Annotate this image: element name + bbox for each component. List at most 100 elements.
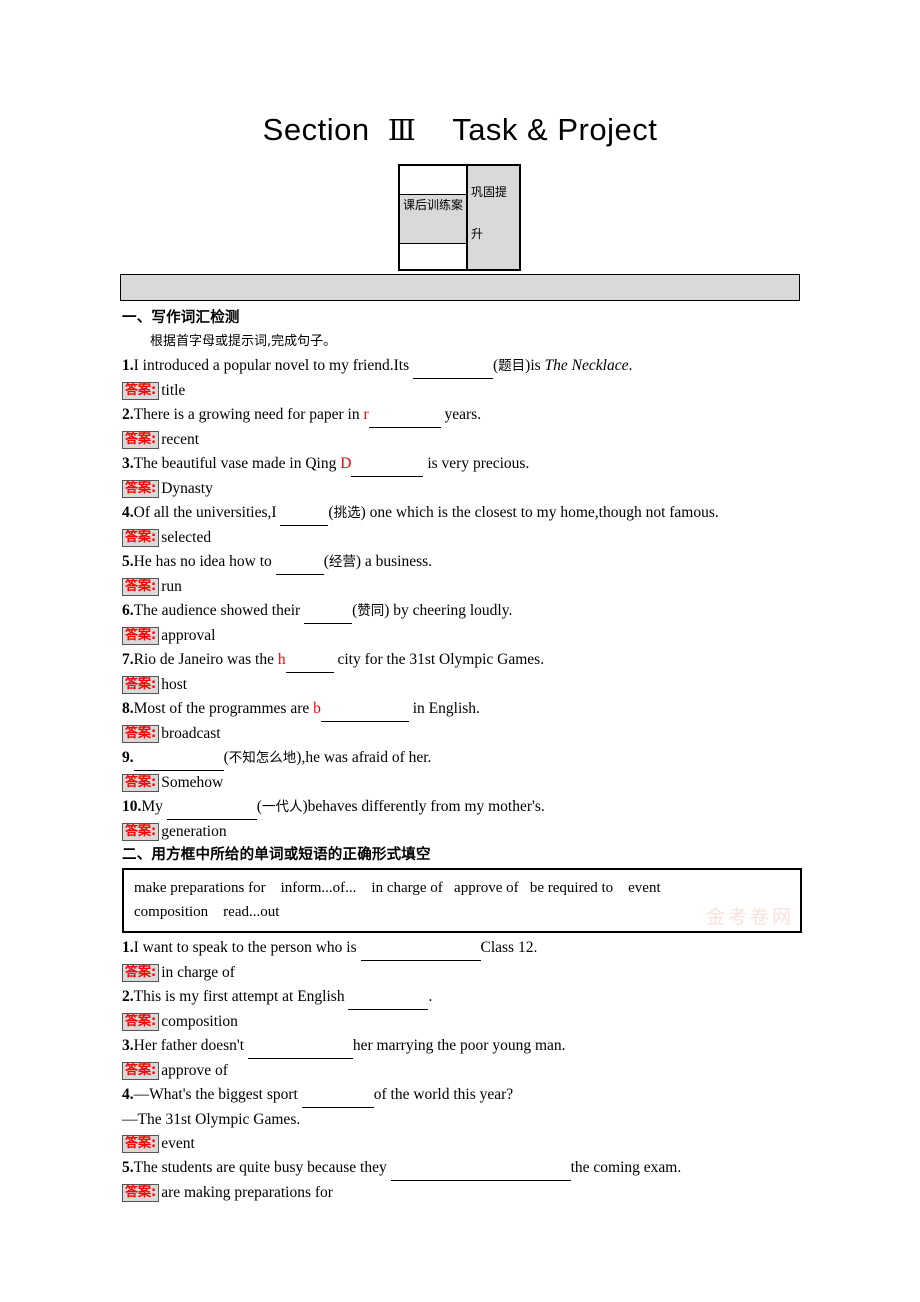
section-1-instruction: 根据首字母或提示词,完成句子。	[150, 334, 337, 349]
answer-blank	[285, 648, 334, 673]
question-text-tail: .	[428, 988, 433, 1005]
header-box-left-label: 课后训练案	[400, 195, 466, 244]
question-text: The students are quite busy because they	[133, 1159, 391, 1176]
question-number: 4.	[122, 504, 134, 521]
answer-label: 答案:	[122, 1013, 160, 1031]
question-text-tail: city for the 31st Olympic Games.	[333, 651, 545, 668]
section-2-heading: 二、用方框中所给的单词或短语的正确形式填空	[122, 847, 431, 863]
page-title-prefix: Section	[262, 112, 370, 147]
worksheet-content: 一、写作词汇检测 根据首字母或提示词,完成句子。 1.I introduced …	[122, 307, 812, 1205]
answer-row: 答案: generation	[122, 820, 812, 844]
answer-blank	[412, 354, 493, 379]
word-bank-line-1: make preparations for inform...of... in …	[134, 880, 661, 896]
cjk-text: 不知怎么地	[228, 750, 297, 766]
answer-label: 答案:	[122, 1184, 160, 1202]
word-bank-line-2: composition read...out	[134, 904, 280, 920]
cjk-text: 一代人	[261, 799, 303, 815]
question-text: He has no idea how to	[133, 553, 276, 570]
question-item: 5.The students are quite busy because th…	[122, 1156, 812, 1181]
answer-label: 答案:	[122, 480, 160, 498]
question-text-tail: of the world this year?	[373, 1086, 514, 1103]
question-text: There is a growing need for paper in	[133, 406, 364, 423]
cjk-text: 经营	[328, 554, 356, 570]
question-text-tail: is very precious.	[423, 455, 530, 472]
question-item: 9. (不知怎么地),he was afraid of her.	[122, 746, 812, 771]
question-item: 8.Most of the programmes are b in Englis…	[122, 697, 812, 722]
answer-label: 答案:	[122, 725, 160, 743]
cjk-text: 挑选	[333, 505, 361, 521]
question-number: 6.	[122, 602, 134, 619]
question-text: The audience showed their	[133, 602, 305, 619]
answer-row: 答案: composition	[122, 1010, 812, 1034]
question-item: 7.Rio de Janeiro was the h city for the …	[122, 648, 812, 673]
question-text: Of all the universities,I	[133, 504, 281, 521]
answer-blank	[301, 1083, 374, 1108]
question-number: 5.	[122, 1159, 134, 1176]
answer-value: Dynasty	[161, 480, 213, 497]
question-text-tail: (一代人)behaves differently from my mother'…	[256, 798, 545, 815]
question-punctuation: .	[628, 357, 633, 374]
answer-row: 答案: event	[122, 1132, 812, 1156]
answer-value: Somehow	[161, 774, 224, 791]
answer-label: 答案:	[122, 774, 160, 792]
cjk-text: 赞同	[357, 603, 385, 619]
question-item: 1.I want to speak to the person who is C…	[122, 936, 812, 961]
answer-blank	[247, 1034, 353, 1059]
page-title-suffix: Task & Project	[452, 112, 658, 147]
answer-blank	[390, 1156, 571, 1181]
answer-blank	[166, 795, 257, 820]
question-number: 4.	[122, 1086, 134, 1103]
question-text: This is my first attempt at English	[133, 988, 349, 1005]
hint-letter: h	[277, 651, 286, 668]
question-number: 1.	[122, 357, 134, 374]
answer-label: 答案:	[122, 1062, 160, 1080]
answer-label: 答案:	[122, 823, 160, 841]
question-number: 10.	[122, 798, 142, 815]
answer-blank	[133, 746, 224, 771]
answer-value: broadcast	[161, 725, 221, 742]
answer-label: 答案:	[122, 1135, 160, 1153]
answer-blank	[275, 550, 324, 575]
header-box-left-column: 课后训练案	[400, 166, 468, 269]
answer-value: selected	[161, 529, 212, 546]
answer-label: 答案:	[122, 529, 160, 547]
question-number: 2.	[122, 406, 134, 423]
question-text-tail: (挑选) one which is the closest to my home…	[328, 504, 719, 521]
question-item: 6.The audience showed their (赞同) by chee…	[122, 599, 812, 624]
question-text: Her father doesn't	[133, 1037, 248, 1054]
question-text-tail: (经营) a business.	[323, 553, 433, 570]
section-1-heading: 一、写作词汇检测	[122, 310, 240, 326]
question-text-tail: years.	[440, 406, 482, 423]
answer-label: 答案:	[122, 964, 160, 982]
answer-value: host	[161, 676, 188, 693]
question-item: 2.There is a growing need for paper in r…	[122, 403, 812, 428]
answer-value: approve of	[161, 1062, 228, 1079]
answer-row: 答案: Somehow	[122, 771, 812, 795]
question-number: 8.	[122, 700, 134, 717]
answer-blank	[351, 452, 424, 477]
question-number: 3.	[122, 1037, 134, 1054]
answer-label: 答案:	[122, 431, 160, 449]
worksheet-page: Section Ⅲ Task & Project 课后训练案 巩固提升 一、写作…	[0, 0, 920, 1302]
question-number: 5.	[122, 553, 134, 570]
question-text-tail: (不知怎么地),he was afraid of her.	[223, 749, 432, 766]
answer-row: 答案: approve of	[122, 1059, 812, 1083]
page-title-roman-numeral: Ⅲ	[387, 115, 417, 147]
question-extra-text: —The 31st Olympic Games.	[122, 1111, 301, 1128]
question-number: 7.	[122, 651, 134, 668]
answer-value: event	[161, 1135, 195, 1152]
question-item: 5.He has no idea how to (经营) a business.	[122, 550, 812, 575]
question-italic-text: The Necklace	[544, 357, 629, 374]
hint-letter: b	[313, 700, 321, 717]
question-text: —What's the biggest sport	[133, 1086, 302, 1103]
answer-row: 答案: selected	[122, 526, 812, 550]
section-1-items: 1.I introduced a popular novel to my fri…	[122, 354, 812, 844]
question-text: The beautiful vase made in Qing	[133, 455, 341, 472]
header-box-left-top-cell	[400, 166, 466, 195]
question-text: Most of the programmes are	[133, 700, 314, 717]
answer-row: 答案: title	[122, 379, 812, 403]
answer-label: 答案:	[122, 676, 160, 694]
question-text-tail: her marrying the poor young man.	[352, 1037, 566, 1054]
answer-value: in charge of	[161, 964, 235, 981]
answer-value: composition	[161, 1013, 238, 1030]
